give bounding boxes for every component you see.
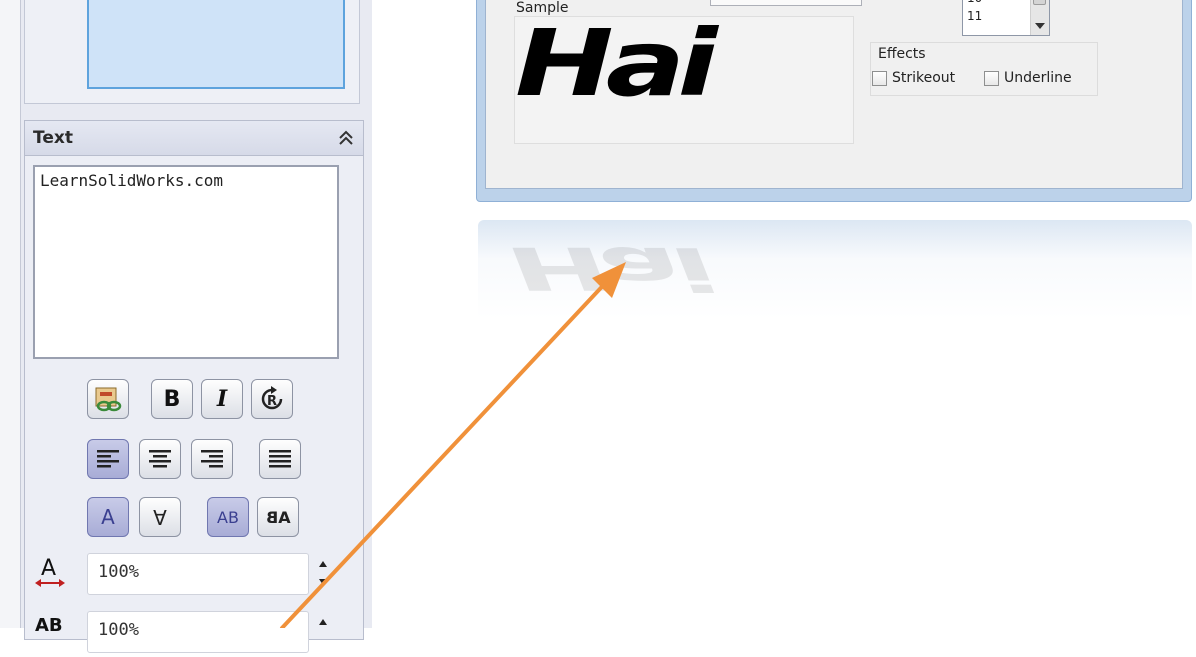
preview-image-box	[87, 0, 345, 89]
justify-button[interactable]	[259, 439, 301, 479]
flip-horizontal-button[interactable]: AB	[257, 497, 299, 537]
preview-group	[24, 0, 360, 104]
effects-label: Effects	[878, 46, 926, 62]
italic-button[interactable]: I	[201, 379, 243, 419]
svg-text:A: A	[41, 556, 56, 581]
text-group-title: Text	[33, 128, 73, 148]
underline-checkbox[interactable]	[984, 70, 999, 86]
justify-icon	[269, 450, 291, 468]
text-group-header[interactable]: Text	[25, 121, 363, 156]
property-manager-panel: Text LearnSolidWorks.com B I R A A AB AB…	[0, 0, 372, 653]
align-center-icon	[149, 450, 171, 468]
font-style-field[interactable]	[710, 0, 862, 6]
strikeout-option[interactable]: Strikeout	[872, 70, 955, 86]
collapse-chevron-icon[interactable]	[337, 129, 355, 147]
align-right-icon	[201, 450, 223, 468]
ab-flipped-glyph: AB	[265, 507, 291, 527]
char-spacing-field[interactable]: 100%	[87, 611, 309, 653]
flip-vertical-normal-button[interactable]: A	[87, 497, 129, 537]
font-dialog-body: Sample Hai 9 10 11 Effects Strikeout Und…	[485, 0, 1183, 189]
underline-option[interactable]: Underline	[984, 70, 1072, 86]
width-factor-field[interactable]: 100%	[87, 553, 309, 595]
size-list-scrollbar[interactable]	[1030, 0, 1049, 35]
dialog-reflection: Hai	[478, 220, 1192, 330]
sample-preview-text: Hai	[515, 9, 718, 117]
width-factor-icon: A	[33, 553, 73, 593]
strikeout-checkbox[interactable]	[872, 70, 887, 86]
scroll-down-arrow-icon	[1035, 23, 1045, 29]
width-spinner-icon[interactable]	[317, 555, 329, 595]
sample-preview-box: Hai	[514, 16, 854, 144]
text-input[interactable]: LearnSolidWorks.com	[33, 165, 339, 359]
font-size-list[interactable]: 9 10 11	[962, 0, 1050, 36]
size-item-10[interactable]: 10	[967, 0, 982, 5]
flip-vertical-button[interactable]: A	[139, 497, 181, 537]
font-dialog: Sample Hai 9 10 11 Effects Strikeout Und…	[476, 0, 1192, 202]
strikeout-label: Strikeout	[892, 70, 956, 86]
link-to-property-button[interactable]	[87, 379, 129, 419]
reflection-text: Hai	[510, 234, 705, 303]
bold-button[interactable]: B	[151, 379, 193, 419]
link-property-icon	[95, 387, 122, 412]
char-spacing-icon: AB	[33, 611, 73, 651]
text-group-box: Text LearnSolidWorks.com B I R A A AB AB…	[24, 120, 364, 653]
size-item-11[interactable]: 11	[967, 9, 982, 23]
bold-label: B	[163, 386, 181, 412]
italic-label: I	[216, 386, 228, 412]
a-upright-glyph: A	[101, 505, 115, 529]
ab-upright-glyph: AB	[217, 507, 239, 527]
underline-label: Underline	[1004, 70, 1072, 86]
flip-horizontal-normal-button[interactable]: AB	[207, 497, 249, 537]
a-flipped-glyph: A	[153, 505, 167, 529]
rotate-icon: R	[261, 386, 283, 410]
panel-scroll-strip	[0, 0, 21, 628]
size-list-scroll-thumb[interactable]	[1033, 0, 1046, 5]
align-center-button[interactable]	[139, 439, 181, 479]
svg-text:R: R	[267, 394, 277, 409]
align-right-button[interactable]	[191, 439, 233, 479]
align-left-icon	[97, 450, 119, 468]
align-left-button[interactable]	[87, 439, 129, 479]
svg-text:AB: AB	[35, 615, 63, 636]
spacing-spinner-icon[interactable]	[317, 613, 329, 653]
rotate-button[interactable]: R	[251, 379, 293, 419]
